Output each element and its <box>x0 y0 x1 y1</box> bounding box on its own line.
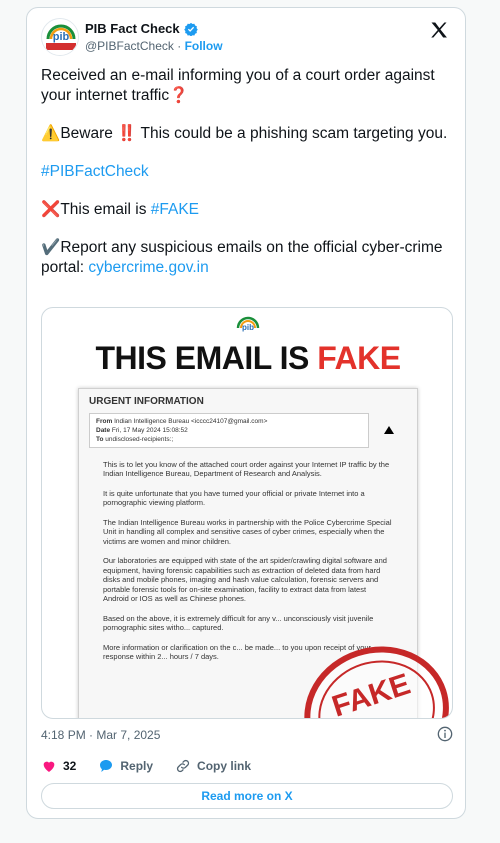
email-paragraph: Our laboratories are equipped with state… <box>103 556 387 603</box>
tweet-line-report: ✔️Report any suspicious emails on the of… <box>41 239 443 276</box>
reply-button[interactable]: Reply <box>98 758 153 774</box>
like-count: 32 <box>63 759 77 773</box>
reply-bubble-icon <box>100 760 113 772</box>
tweet-text: Received an e-mail informing you of a co… <box>41 66 451 296</box>
email-paragraph: This is to let you know of the attached … <box>103 459 390 479</box>
read-more-button[interactable]: Read more on X <box>41 783 453 809</box>
hashtag-pibfactcheck[interactable]: #PIBFactCheck <box>41 163 149 180</box>
tweet-image[interactable]: pib THIS EMAIL IS FAKE URGENT INFORMATIO… <box>41 307 453 719</box>
verified-badge-icon <box>183 22 198 36</box>
tweet-line-fake: ❌This email is #FAKE <box>41 201 199 218</box>
question-emoji-icon: ❓ <box>169 87 189 104</box>
x-logo-icon[interactable] <box>429 20 449 40</box>
email-paragraph: Based on the above, it is extremely diff… <box>103 613 374 633</box>
author-handle[interactable]: @PIBFactCheck <box>85 39 174 53</box>
email-header: From Indian Intelligence Bureau <icccc24… <box>89 412 369 448</box>
info-icon[interactable] <box>437 726 453 742</box>
cybercrime-link[interactable]: cybercrime.gov.in <box>88 259 208 276</box>
warning-emoji-icon: ⚠️ <box>41 125 61 142</box>
email-paragraph: The Indian Intelligence Bureau works in … <box>103 517 392 546</box>
collapse-arrow-icon <box>384 426 394 434</box>
hashtag-fake[interactable]: #FAKE <box>151 201 199 218</box>
follow-button[interactable]: Follow <box>185 39 223 53</box>
copy-link-button[interactable]: Copy link <box>175 758 251 774</box>
svg-text:pib: pib <box>242 323 254 332</box>
copy-link-label: Copy link <box>197 759 252 773</box>
check-mark-icon: ✔️ <box>41 239 61 256</box>
heart-icon <box>43 761 55 772</box>
tweet-actions: 32 Reply Copy link <box>41 758 273 774</box>
tweet-line-beware: ⚠️Beware ‼️ This could be a phishing sca… <box>41 125 448 142</box>
reply-label: Reply <box>120 759 154 773</box>
cross-mark-icon: ❌ <box>41 201 61 218</box>
tweet-timestamp[interactable]: 4:18 PM · Mar 7, 2025 <box>41 728 160 742</box>
email-title: URGENT INFORMATION <box>89 396 204 407</box>
pib-small-logo-icon: pib <box>236 316 260 332</box>
author-name[interactable]: PIB Fact Check <box>85 21 180 36</box>
like-button[interactable]: 32 <box>41 758 76 774</box>
email-paragraph: It is quite unfortunate that you have tu… <box>103 488 365 508</box>
separator: · <box>177 39 182 53</box>
avatar[interactable]: pib <box>41 18 79 56</box>
svg-text:pib: pib <box>53 31 70 43</box>
tweet-line-question: Received an e-mail informing you of a co… <box>41 67 435 104</box>
image-headline: THIS EMAIL IS FAKE <box>95 340 401 376</box>
tweet-card: pib PIB Fact Check @PIBFactCheck · Follo… <box>26 7 466 819</box>
pib-logo-icon: pib <box>42 19 78 55</box>
double-exclamation-icon: ‼️ <box>117 125 137 142</box>
link-icon <box>176 759 190 773</box>
